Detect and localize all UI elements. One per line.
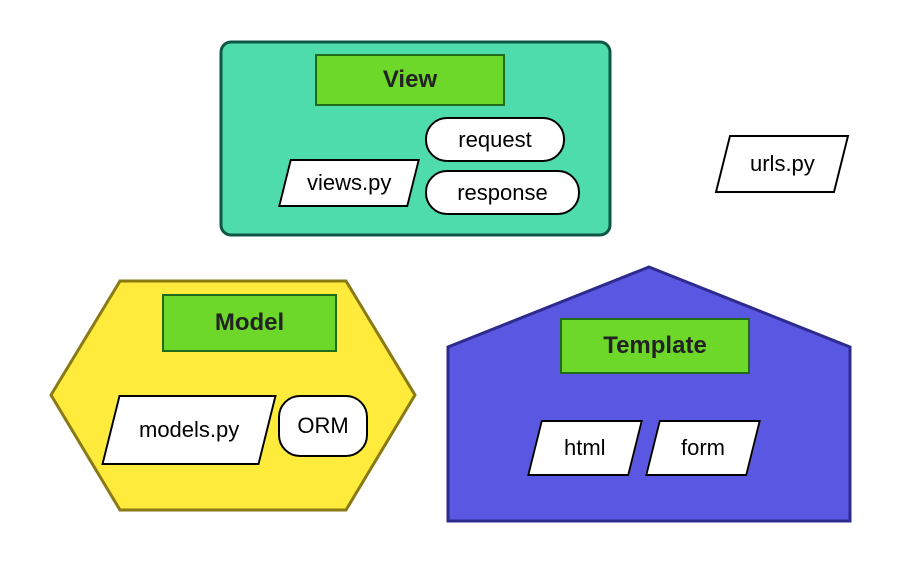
view-file: views.py: [278, 159, 420, 207]
model-file-text: models.py: [139, 417, 239, 443]
view-request: request: [425, 117, 565, 162]
view-file-text: views.py: [307, 170, 391, 196]
view-title-text: View: [383, 66, 437, 94]
view-title: View: [315, 54, 505, 106]
template-title: Template: [560, 318, 750, 374]
template-html: html: [527, 420, 643, 476]
template-form: form: [645, 420, 761, 476]
diagram-canvas: View views.py request response urls.py M…: [0, 0, 912, 564]
model-orm: ORM: [278, 395, 368, 457]
view-request-text: request: [458, 127, 531, 153]
template-title-text: Template: [603, 332, 707, 360]
model-file: models.py: [101, 395, 276, 465]
model-title-text: Model: [215, 309, 284, 337]
template-form-text: form: [681, 435, 725, 461]
template-html-text: html: [564, 435, 606, 461]
model-title: Model: [162, 294, 337, 352]
template-container-shape: [444, 263, 854, 525]
urls-file-text: urls.py: [750, 151, 815, 177]
urls-file: urls.py: [715, 135, 849, 193]
view-response: response: [425, 170, 580, 215]
model-orm-text: ORM: [297, 413, 348, 439]
view-response-text: response: [457, 180, 548, 206]
